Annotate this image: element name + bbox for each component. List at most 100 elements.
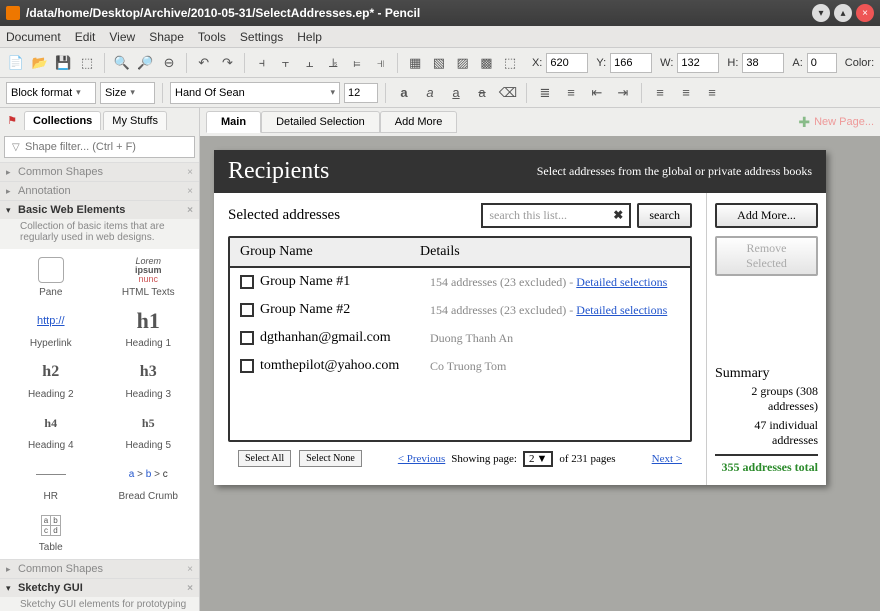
- menu-settings[interactable]: Settings: [240, 30, 283, 44]
- menu-document[interactable]: Document: [6, 30, 61, 44]
- shape-empty: [102, 508, 196, 555]
- page-canvas[interactable]: Recipients Select addresses from the glo…: [214, 150, 826, 485]
- search-list-input[interactable]: search this list... ✖: [481, 203, 631, 228]
- text-align-right-button[interactable]: ≡: [701, 82, 723, 104]
- detailed-link[interactable]: Detailed selections: [576, 303, 667, 317]
- a-input[interactable]: [807, 53, 837, 73]
- page-select[interactable]: 2▼: [523, 451, 553, 467]
- align-middle-button[interactable]: ⫢: [347, 52, 367, 74]
- close-icon[interactable]: ×: [187, 205, 193, 216]
- w-input[interactable]: [677, 53, 719, 73]
- shape-hyperlink[interactable]: http://Hyperlink: [4, 304, 98, 351]
- align-bottom-button[interactable]: ⫣: [371, 52, 391, 74]
- export-button[interactable]: ⬚: [77, 52, 97, 74]
- shape-filter-input[interactable]: [4, 136, 195, 158]
- save-button[interactable]: 💾: [53, 52, 73, 74]
- h-input[interactable]: [742, 53, 784, 73]
- shape-h3[interactable]: h3Heading 3: [102, 355, 196, 402]
- category-list[interactable]: ▸Common Shapes× ▸Annotation× ▾Basic Web …: [0, 162, 199, 611]
- menu-edit[interactable]: Edit: [75, 30, 96, 44]
- category-basic-web[interactable]: ▾Basic Web Elements×: [0, 201, 199, 219]
- ul-button[interactable]: ≣: [534, 82, 556, 104]
- shape-h5[interactable]: h5Heading 5: [102, 406, 196, 453]
- zoom-in-button[interactable]: 🔍: [112, 52, 132, 74]
- shape-h1[interactable]: h1Heading 1: [102, 304, 196, 351]
- row-checkbox[interactable]: [240, 331, 254, 345]
- ol-button[interactable]: ≡: [560, 82, 582, 104]
- select-all-button[interactable]: Select All: [238, 450, 291, 467]
- menu-tools[interactable]: Tools: [198, 30, 226, 44]
- window-close-button[interactable]: ×: [856, 4, 874, 22]
- search-button[interactable]: search: [637, 203, 692, 228]
- new-doc-button[interactable]: 📄: [6, 52, 26, 74]
- clear-icon[interactable]: ✖: [613, 208, 623, 223]
- shape-table[interactable]: abcdTable: [4, 508, 98, 555]
- close-icon[interactable]: ×: [187, 167, 193, 178]
- canvas-viewport[interactable]: Recipients Select addresses from the glo…: [200, 136, 880, 611]
- row-checkbox[interactable]: [240, 303, 254, 317]
- send-backward-button[interactable]: ▨: [453, 52, 473, 74]
- detailed-link[interactable]: Detailed selections: [576, 275, 667, 289]
- bring-forward-button[interactable]: ▧: [429, 52, 449, 74]
- indent-button[interactable]: ⇥: [612, 82, 634, 104]
- remove-selected-button[interactable]: Remove Selected: [715, 236, 818, 276]
- font-combo[interactable]: Hand Of Sean▾: [170, 82, 340, 104]
- category-annotation[interactable]: ▸Annotation×: [0, 182, 199, 200]
- align-right-button[interactable]: ⫠: [300, 52, 320, 74]
- y-input[interactable]: [610, 53, 652, 73]
- page-tab-addmore[interactable]: Add More: [380, 111, 458, 133]
- previous-link[interactable]: < Previous: [398, 453, 445, 465]
- redo-button[interactable]: ↷: [218, 52, 238, 74]
- size-combo[interactable]: Size▾: [100, 82, 155, 104]
- open-button[interactable]: 📂: [30, 52, 50, 74]
- category-common-shapes[interactable]: ▸Common Shapes×: [0, 163, 199, 181]
- outdent-button[interactable]: ⇤: [586, 82, 608, 104]
- send-back-button[interactable]: ▩: [477, 52, 497, 74]
- shape-breadcrumb[interactable]: a > b > cBread Crumb: [102, 457, 196, 504]
- block-format-combo[interactable]: Block format▾: [6, 82, 96, 104]
- page-tab-detailed[interactable]: Detailed Selection: [261, 111, 380, 133]
- window-minimize-button[interactable]: ▾: [812, 4, 830, 22]
- row-checkbox[interactable]: [240, 275, 254, 289]
- zoom-out-button[interactable]: 🔎: [135, 52, 155, 74]
- add-more-button[interactable]: Add More...: [715, 203, 818, 228]
- align-center-button[interactable]: ⫟: [276, 52, 296, 74]
- menu-help[interactable]: Help: [297, 30, 322, 44]
- shape-h2[interactable]: h2Heading 2: [4, 355, 98, 402]
- group-button[interactable]: ⬚: [500, 52, 520, 74]
- row-checkbox[interactable]: [240, 359, 254, 373]
- bring-front-button[interactable]: ▦: [405, 52, 425, 74]
- strike-button[interactable]: a: [471, 82, 493, 104]
- zoom-reset-button[interactable]: ⊖: [159, 52, 179, 74]
- menu-view[interactable]: View: [109, 30, 135, 44]
- category-common-shapes-2[interactable]: ▸Common Shapes×: [0, 560, 199, 578]
- tab-collections[interactable]: Collections: [24, 111, 101, 130]
- window-maximize-button[interactable]: ▴: [834, 4, 852, 22]
- category-sketchy-gui[interactable]: ▾Sketchy GUI×: [0, 579, 199, 597]
- menu-shape[interactable]: Shape: [149, 30, 184, 44]
- close-icon[interactable]: ×: [187, 583, 193, 594]
- shape-hr[interactable]: HR: [4, 457, 98, 504]
- shape-h4[interactable]: h4Heading 4: [4, 406, 98, 453]
- select-none-button[interactable]: Select None: [299, 450, 362, 467]
- next-link[interactable]: Next >: [652, 453, 682, 465]
- clear-format-button[interactable]: ⌫: [497, 82, 519, 104]
- x-input[interactable]: [546, 53, 588, 73]
- fontsize-input[interactable]: [344, 83, 378, 103]
- italic-button[interactable]: a: [419, 82, 441, 104]
- shape-pane[interactable]: Pane: [4, 253, 98, 300]
- shape-html-texts[interactable]: LoremipsumnuncHTML Texts: [102, 253, 196, 300]
- align-left-button[interactable]: ⫞: [252, 52, 272, 74]
- text-align-left-button[interactable]: ≡: [649, 82, 671, 104]
- new-page-button[interactable]: ✚New Page...: [798, 114, 874, 131]
- tab-my-stuffs[interactable]: My Stuffs: [103, 111, 167, 130]
- undo-button[interactable]: ↶: [194, 52, 214, 74]
- category-sketchy-desc: Sketchy GUI elements for prototyping: [0, 597, 199, 611]
- align-top-button[interactable]: ⫡: [323, 52, 343, 74]
- underline-button[interactable]: a: [445, 82, 467, 104]
- close-icon[interactable]: ×: [187, 564, 193, 575]
- page-tab-main[interactable]: Main: [206, 111, 261, 133]
- bold-button[interactable]: a: [393, 82, 415, 104]
- close-icon[interactable]: ×: [187, 186, 193, 197]
- text-align-center-button[interactable]: ≡: [675, 82, 697, 104]
